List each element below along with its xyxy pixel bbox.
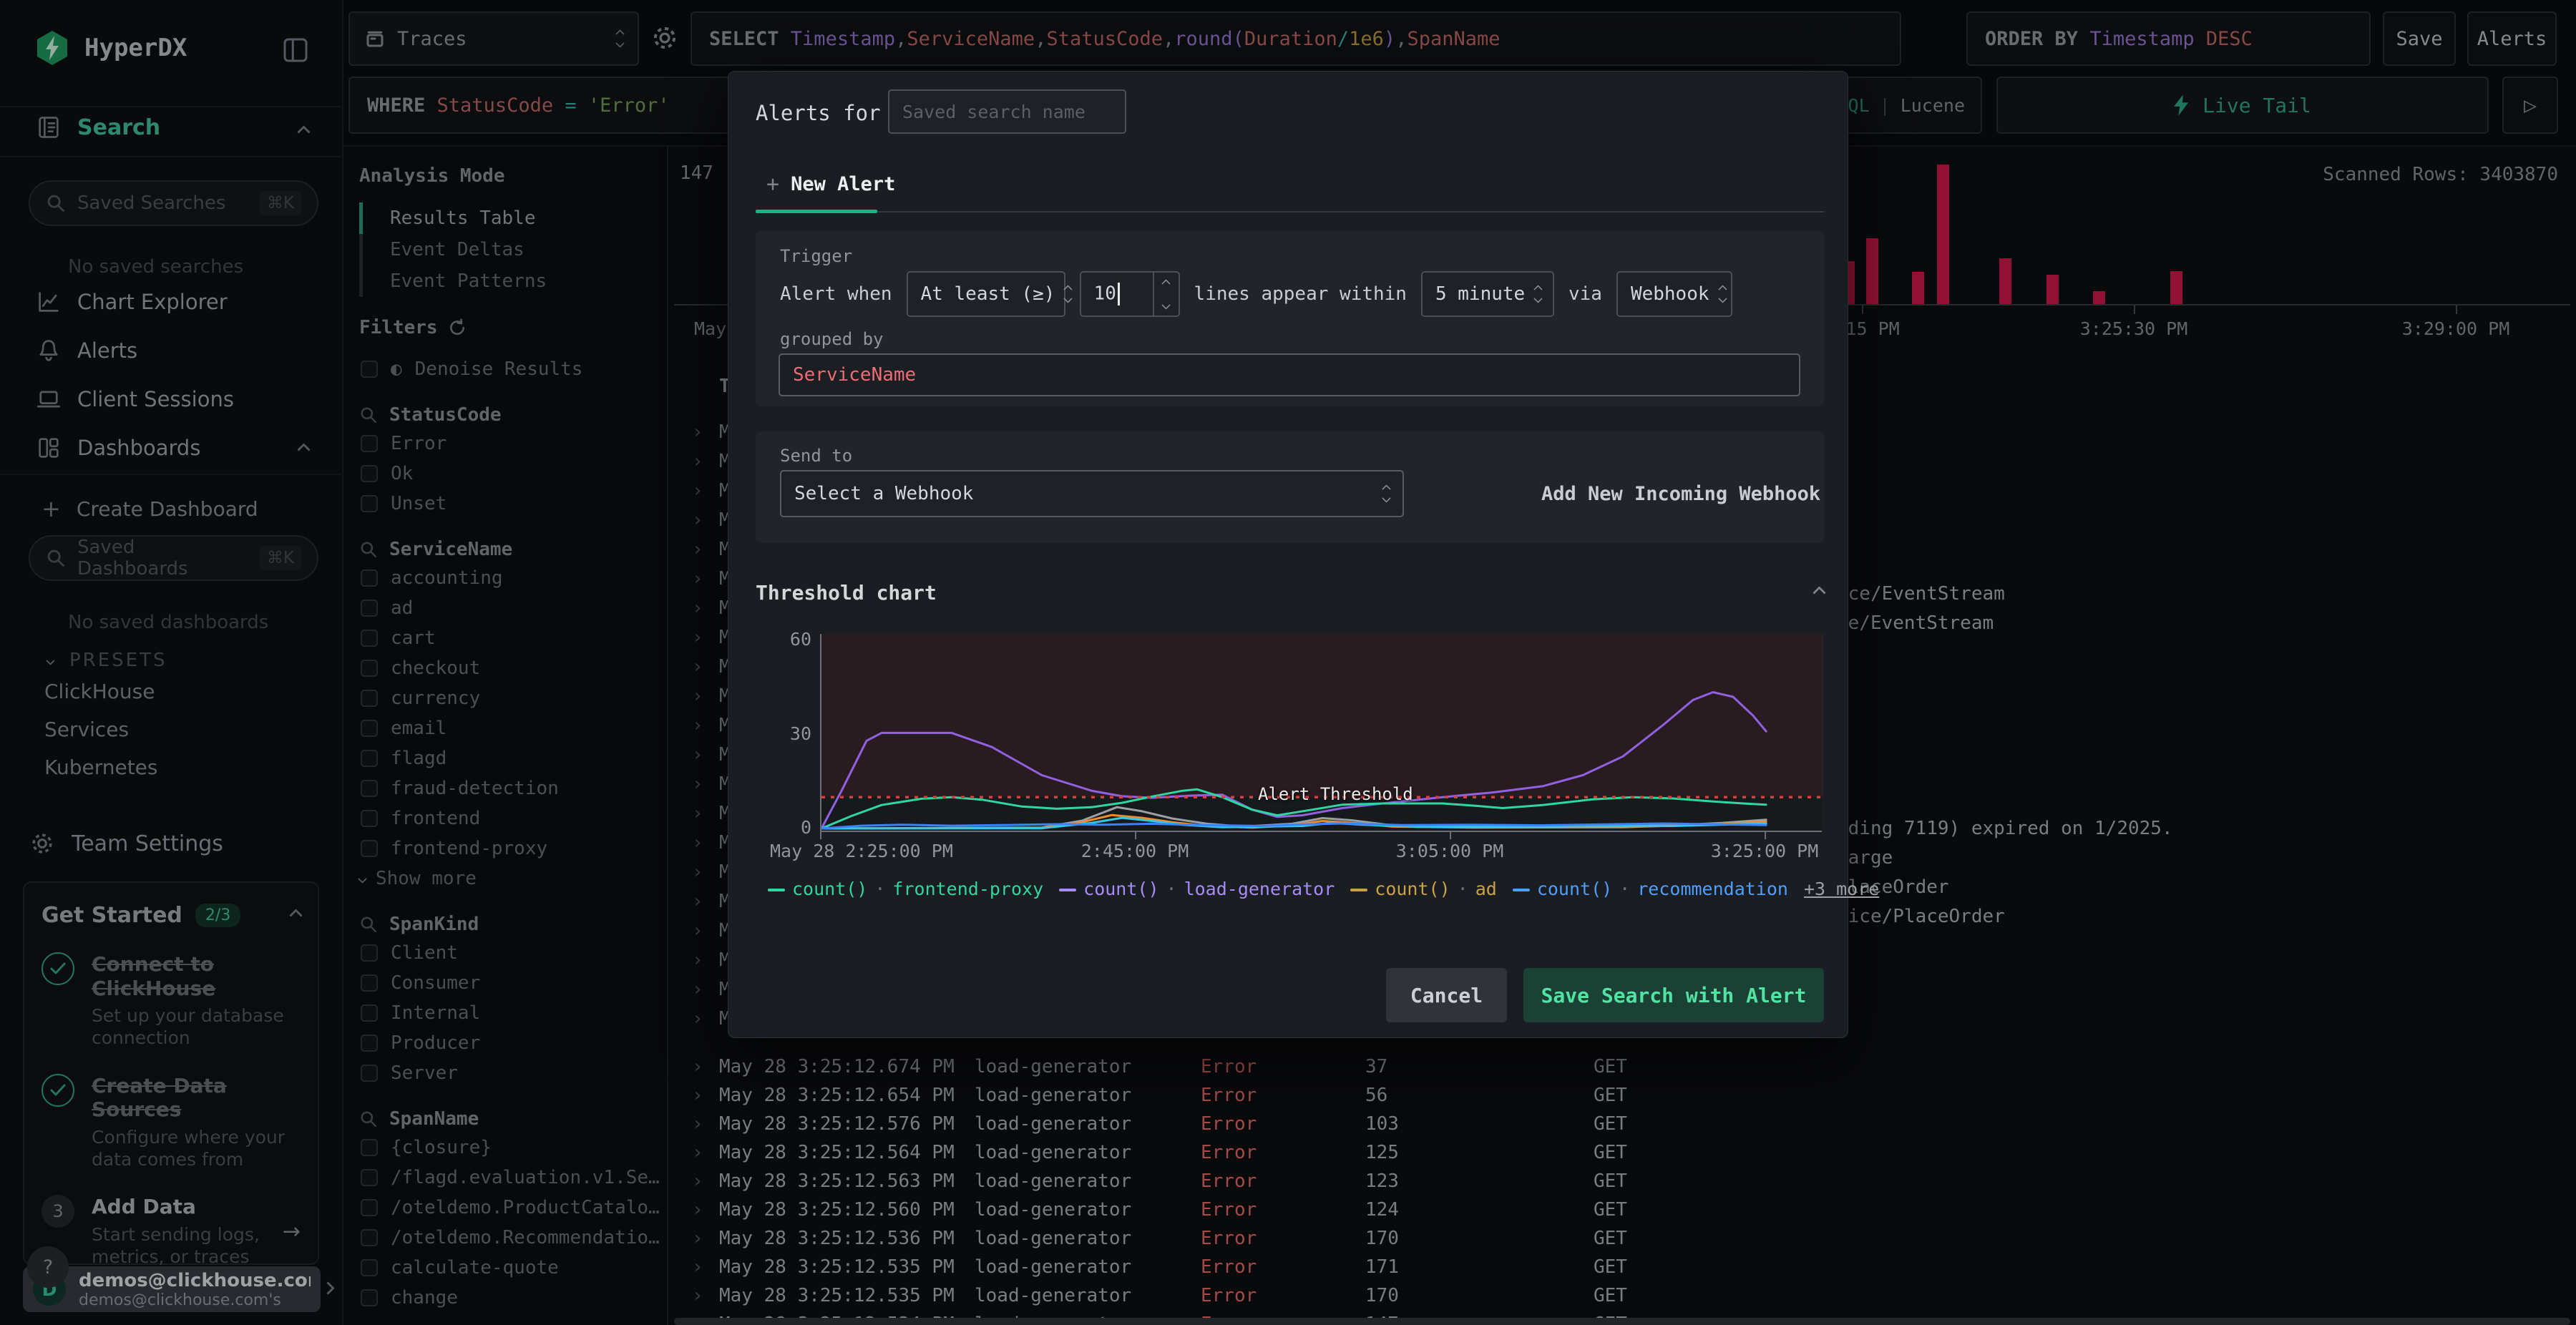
legend-item[interactable]: count() · recommendation — [1512, 879, 1788, 899]
trigger-label: Trigger — [780, 246, 853, 266]
comparator-select[interactable]: At least (≥) — [906, 271, 1073, 317]
via-label: via — [1568, 283, 1602, 305]
tab-new-alert[interactable]: + New Alert — [766, 172, 895, 197]
axis-tick — [1765, 832, 1766, 839]
legend-metric: count() — [1083, 879, 1159, 899]
collapse-chart-icon[interactable] — [1813, 586, 1826, 600]
alert-threshold-label: Alert Threshold — [1258, 784, 1413, 804]
axis-tick — [820, 832, 821, 839]
grouped-by-label: grouped by — [780, 329, 884, 349]
y-tick-30: 30 — [789, 723, 811, 744]
lines-within-label: lines appear within — [1194, 283, 1407, 305]
tab-active-underline — [756, 210, 877, 213]
legend-series-name: ad — [1475, 879, 1497, 899]
y-tick-0: 0 — [800, 817, 811, 838]
y-tick-60: 60 — [789, 629, 811, 650]
grouped-by-input[interactable]: ServiceName — [779, 353, 1800, 396]
send-to-panel: Send to Select a Webhook Add New Incomin… — [756, 431, 1824, 543]
cancel-button[interactable]: Cancel — [1386, 968, 1507, 1022]
chart-legend: count() · frontend-proxy count() · load-gener… — [768, 879, 1879, 899]
legend-dash — [1512, 889, 1530, 891]
grouped-by-value: ServiceName — [793, 364, 917, 386]
legend-item[interactable]: count() · ad — [1350, 879, 1497, 899]
window-select[interactable]: 5 minute — [1420, 271, 1554, 317]
alert-when-label: Alert when — [780, 283, 892, 305]
add-webhook-button[interactable]: Add New Incoming Webhook — [1541, 483, 1820, 505]
threshold-input[interactable]: 10 — [1079, 271, 1180, 317]
axis-label: May 28 2:25:00 PM — [770, 841, 953, 861]
legend-series-name: frontend-proxy — [892, 879, 1044, 899]
axis-label: 3:05:00 PM — [1395, 841, 1504, 861]
alert-modal: Alerts for + New Alert Trigger Alert whe… — [728, 71, 1879, 1038]
modal-title: Alerts for — [756, 101, 881, 125]
text-cursor — [1117, 283, 1120, 305]
tab-track — [756, 211, 1824, 212]
tab-label: New Alert — [791, 173, 896, 195]
hyperdx-app: HyperDX Search Saved Searches ⌘K No save… — [0, 0, 2576, 1325]
threshold-chart-title: Threshold chart — [756, 581, 937, 605]
legend-item[interactable]: count() · load-generator — [1059, 879, 1335, 899]
axis-label: 3:25:00 PM — [1710, 841, 1819, 861]
threshold-chart-plot[interactable]: Alert Threshold — [820, 634, 1823, 832]
legend-series-name: recommendation — [1637, 879, 1788, 899]
legend-metric: count() — [1375, 879, 1450, 899]
axis-tick — [1135, 832, 1136, 839]
trigger-panel: Trigger Alert when At least (≥) 10 lines… — [756, 230, 1824, 406]
axis-tick — [1450, 832, 1451, 839]
send-to-label: Send to — [780, 446, 853, 466]
legend-more-button[interactable]: +3 more — [1804, 879, 1879, 899]
number-stepper[interactable] — [1152, 273, 1179, 316]
legend-series-name: load-generator — [1184, 879, 1335, 899]
save-search-with-alert-button[interactable]: Save Search with Alert — [1523, 968, 1824, 1022]
legend-metric: count() — [792, 879, 868, 899]
webhook-select[interactable]: Select a Webhook — [780, 470, 1404, 517]
legend-item[interactable]: count() · frontend-proxy — [768, 879, 1043, 899]
legend-dash — [1059, 889, 1077, 891]
legend-metric: count() — [1536, 879, 1613, 899]
channel-select[interactable]: Webhook — [1616, 271, 1732, 317]
plus-icon: + — [766, 172, 780, 197]
legend-dash — [1350, 889, 1368, 891]
axis-label: 2:45:00 PM — [1080, 841, 1189, 861]
saved-search-name-input[interactable] — [888, 89, 1126, 134]
legend-dash — [768, 889, 785, 891]
